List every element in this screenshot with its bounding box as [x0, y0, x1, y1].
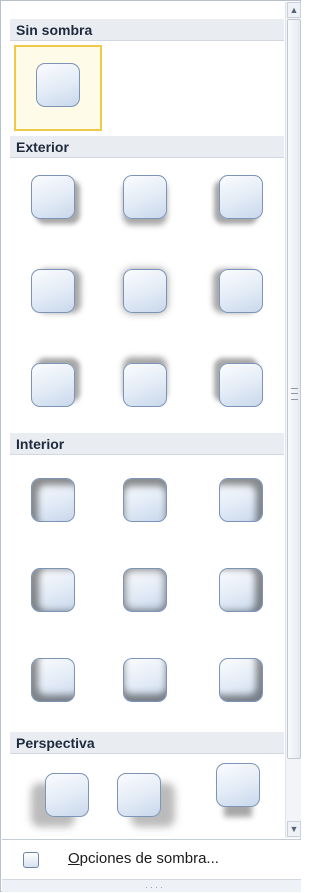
shadow-perspective-1[interactable] [45, 773, 89, 817]
shadow-inner-8[interactable] [123, 658, 167, 702]
scrollbar-thumb[interactable] [287, 19, 301, 759]
section-header-no-shadow: Sin sombra [10, 19, 284, 41]
shadow-outer-2[interactable] [123, 175, 167, 219]
shadow-inner-1[interactable] [31, 478, 75, 522]
shadow-inner-2[interactable] [123, 478, 167, 522]
shadow-options-icon [23, 852, 39, 868]
shadow-outer-5[interactable] [123, 269, 167, 313]
shadow-outer-6[interactable] [219, 269, 263, 313]
resize-handle[interactable]: ···· [2, 879, 301, 892]
shadow-outer-4[interactable] [31, 269, 75, 313]
shadow-perspective-2[interactable] [117, 773, 161, 817]
shadow-options-label-text: pciones de sombra... [79, 850, 219, 867]
shadow-outer-7[interactable] [31, 363, 75, 407]
section-header-perspective: Perspectiva [10, 732, 284, 754]
shadow-outer-8[interactable] [123, 363, 167, 407]
shadow-inner-5[interactable] [123, 568, 167, 612]
shadow-options-label[interactable]: Opciones de sombra... [68, 850, 219, 867]
shadow-inner-9[interactable] [219, 658, 263, 702]
shadow-inner-6[interactable] [219, 568, 263, 612]
scroll-down-icon[interactable]: ▼ [287, 821, 301, 837]
shadow-options-accelerator: O [68, 850, 80, 867]
section-header-outer: Exterior [10, 136, 284, 158]
shadow-options-menu-item[interactable]: Opciones de sombra... [2, 839, 301, 879]
shadow-outer-9[interactable] [219, 363, 263, 407]
resize-grip-icon: ···· [145, 882, 165, 892]
gallery-scrollbar[interactable]: ▲ ▼ [285, 2, 301, 838]
shadow-inner-4[interactable] [31, 568, 75, 612]
shadow-outer-1[interactable] [31, 175, 75, 219]
shadow-option-none[interactable] [36, 63, 80, 107]
shadow-inner-7[interactable] [31, 658, 75, 702]
shadow-inner-3[interactable] [219, 478, 263, 522]
shadow-perspective-3[interactable] [216, 763, 260, 807]
shadow-outer-3[interactable] [219, 175, 263, 219]
section-header-inner: Interior [10, 433, 284, 455]
scroll-grip-icon [291, 388, 298, 400]
shadow-gallery: Sin sombra Exterior Interior Perspectiva… [0, 0, 301, 892]
scroll-up-icon[interactable]: ▲ [287, 2, 301, 18]
